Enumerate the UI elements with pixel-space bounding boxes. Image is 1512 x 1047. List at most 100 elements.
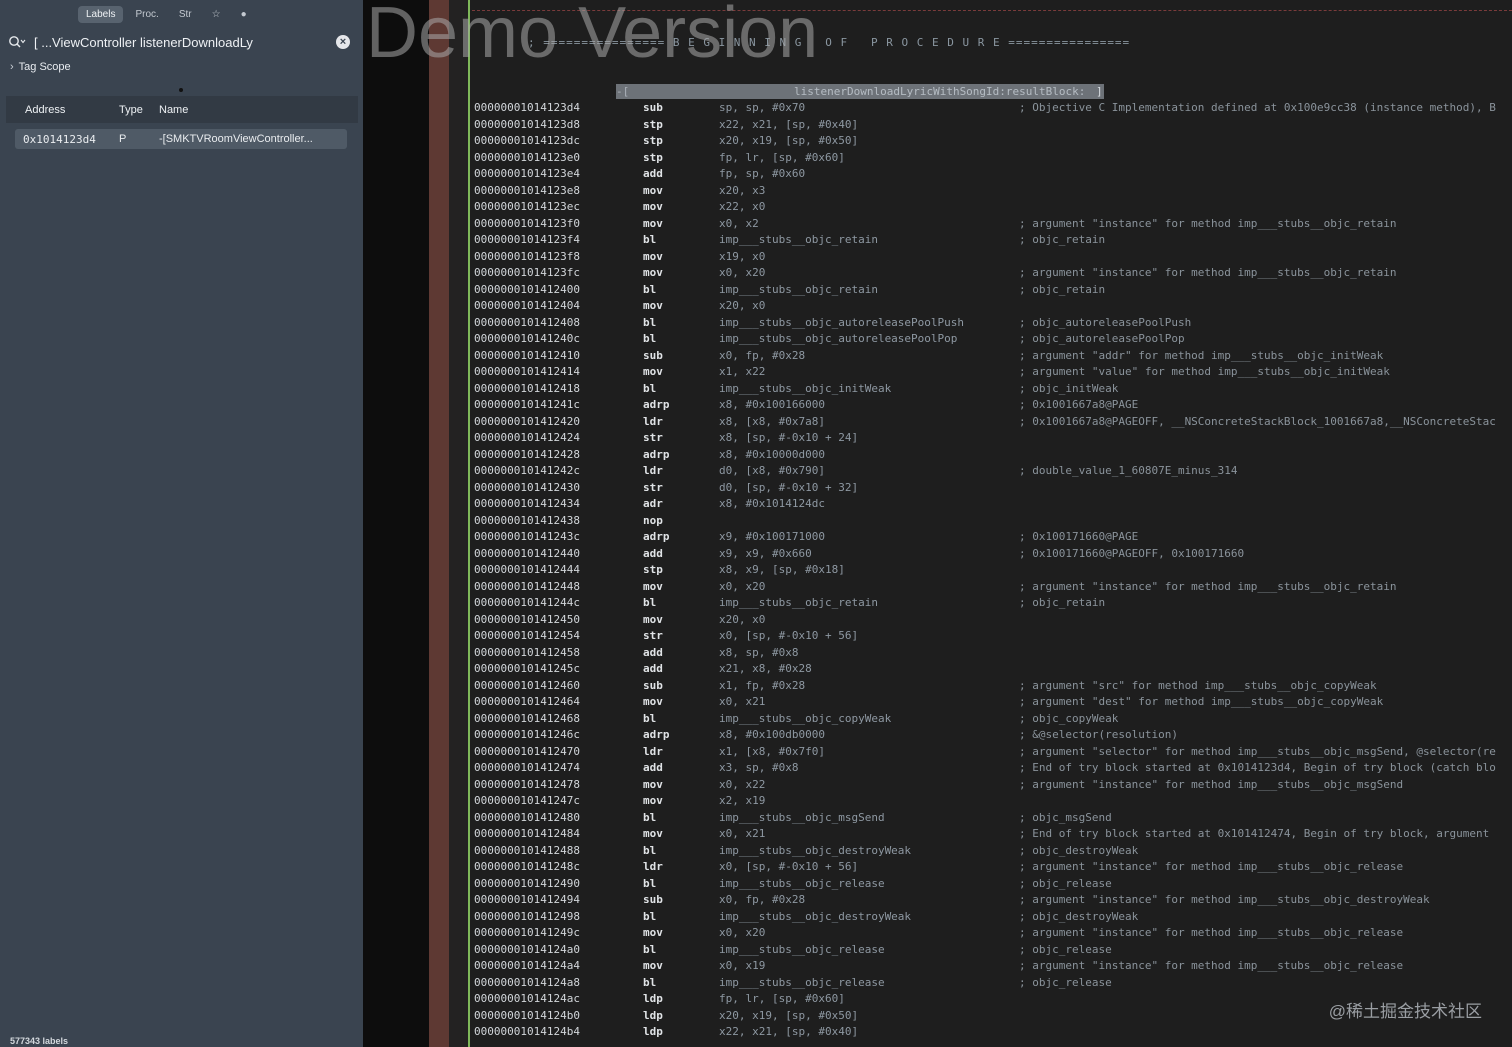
column-name[interactable]: Name (159, 104, 188, 116)
asm-mnemonic: add (643, 167, 663, 180)
procedure-suffix: ]: (1096, 85, 1104, 98)
clear-search-icon[interactable]: × (336, 35, 350, 49)
asm-mnemonic: mov (643, 777, 663, 791)
asm-address: 0000000101412460 (474, 678, 580, 692)
asm-mnemonic: ldr (643, 414, 663, 428)
chevron-right-icon: › (10, 61, 14, 73)
asm-comment: ; objc_msgSend (1019, 810, 1112, 824)
asm-mnemonic: add (643, 761, 663, 774)
asm-operands: x0, [sp, #-0x10 + 56] (719, 629, 859, 642)
tab-bookmarks[interactable]: ☆ (204, 6, 229, 23)
asm-address: 0000000101412470 (474, 744, 580, 758)
asm-mnemonic: ldp (643, 1008, 663, 1022)
resize-handle[interactable] (179, 88, 183, 92)
asm-address: 00000001014124a0 (474, 942, 580, 956)
tab-procedures[interactable]: Proc. (127, 6, 166, 23)
asm-address: 00000001014124ac (474, 992, 580, 1005)
asm-operands: imp___stubs__objc_destroyWeak (719, 909, 912, 923)
asm-address: 00000001014123e8 (474, 183, 580, 197)
asm-comment: ; argument "instance" for method imp___s… (1019, 893, 1430, 906)
asm-address: 00000001014123e4 (474, 167, 580, 180)
asm-comment: ; 0x1001667a8@PAGEOFF, __NSConcreteStack… (1019, 414, 1496, 428)
asm-address: 000000010141249c (474, 926, 580, 939)
asm-mnemonic: mov (643, 579, 663, 593)
asm-mnemonic: nop (643, 513, 663, 527)
asm-mnemonic: bl (643, 282, 657, 296)
asm-mnemonic: mov (643, 216, 663, 230)
asm-operands: x0, x20 (719, 266, 766, 279)
asm-address: 00000001014123dc (474, 134, 580, 147)
asm-mnemonic: bl (643, 975, 657, 989)
tag-scope-disclosure[interactable]: › Tag Scope (10, 61, 71, 73)
tab-labels[interactable]: Labels (78, 6, 124, 23)
asm-address: 0000000101412424 (474, 431, 580, 444)
row-name: -[SMKTVRoomViewController... (159, 133, 313, 145)
asm-comment: ; objc_autoreleasePoolPush (1019, 315, 1192, 329)
asm-address: 0000000101412498 (474, 909, 580, 923)
tab-tags[interactable]: ● (233, 6, 255, 23)
asm-comment: ; 0x100171660@PAGE (1019, 530, 1139, 543)
asm-operands: fp, lr, [sp, #0x60] (719, 150, 845, 164)
asm-comment: ; objc_release (1019, 876, 1112, 890)
asm-address: 0000000101412464 (474, 695, 580, 708)
asm-operands: x21, x8, #0x28 (719, 662, 812, 675)
asm-operands: x20, x0 (719, 612, 766, 626)
asm-address: 0000000101412468 (474, 711, 580, 725)
gutter-bar (449, 0, 468, 1047)
asm-mnemonic: sub (643, 348, 663, 362)
asm-mnemonic: ldp (643, 992, 663, 1005)
asm-comment: ; argument "instance" for method imp___s… (1019, 777, 1404, 791)
asm-address: 00000001014123f0 (474, 216, 580, 230)
asm-operands: x8, #0x100db0000 (719, 728, 825, 741)
asm-comment: ; argument "instance" for method imp___s… (1019, 266, 1397, 279)
asm-mnemonic: ldr (643, 464, 663, 477)
asm-address: 000000010141246c (474, 728, 580, 741)
asm-address: 0000000101412414 (474, 365, 580, 378)
asm-operands: x8, #0x1014124dc (719, 497, 825, 510)
asm-comment: ; argument "instance" for method imp___s… (1019, 216, 1397, 230)
gutter-bar-red (429, 0, 449, 1047)
asm-mnemonic: bl (643, 381, 657, 395)
asm-address: 0000000101412420 (474, 414, 580, 428)
asm-mnemonic: bl (643, 810, 657, 824)
asm-mnemonic: ldr (643, 860, 663, 873)
asm-operands: x1, x22 (719, 365, 766, 378)
sidebar-tabs: Labels Proc. Str ☆ ● (78, 6, 255, 23)
labels-sidebar: Labels Proc. Str ☆ ● [ ...ViewController… (0, 0, 363, 1047)
asm-mnemonic: stp (643, 150, 663, 164)
asm-operands: x20, x3 (719, 183, 766, 197)
asm-mnemonic: adrp (643, 530, 670, 543)
asm-mnemonic: ldp (643, 1025, 663, 1038)
disassembly-view[interactable]: ; ================ B E G I N N I N G O F… (470, 0, 1512, 1047)
asm-mnemonic: mov (643, 827, 663, 840)
search-input[interactable]: [ ...ViewController listenerDownloadLy (28, 35, 336, 50)
asm-operands: imp___stubs__objc_destroyWeak (719, 843, 912, 857)
search-field[interactable]: [ ...ViewController listenerDownloadLy × (6, 31, 356, 53)
asm-mnemonic: stp (643, 117, 663, 131)
search-icon[interactable] (6, 31, 28, 53)
asm-comment: ; argument "instance" for method imp___s… (1019, 579, 1397, 593)
asm-address: 0000000101412410 (474, 348, 580, 362)
asm-comment: ; objc_initWeak (1019, 381, 1119, 395)
column-address[interactable]: Address (25, 104, 65, 116)
asm-mnemonic: mov (643, 266, 663, 279)
brand-watermark: @稀土掘金技术社区 (1328, 1002, 1482, 1021)
asm-operands: imp___stubs__objc_msgSend (719, 810, 885, 824)
asm-operands: x0, x19 (719, 959, 766, 972)
asm-operands: x0, fp, #0x28 (719, 348, 806, 362)
asm-operands: x22, x0 (719, 200, 766, 213)
asm-operands: imp___stubs__objc_retain (719, 596, 878, 609)
asm-comment: ; argument "instance" for method imp___s… (1019, 926, 1404, 939)
table-row[interactable]: 0x1014123d4 P -[SMKTVRoomViewController.… (15, 129, 347, 149)
asm-comment: ; End of try block started at 0x10141247… (1019, 827, 1490, 840)
asm-comment: ; Objective C Implementation defined at … (1019, 101, 1496, 114)
asm-mnemonic: mov (643, 183, 663, 197)
column-type[interactable]: Type (119, 104, 143, 116)
asm-address: 000000010141241c (474, 398, 580, 411)
procedure-label[interactable]: -[ listenerDownloadLyricWithSongId:resul… (616, 84, 1104, 99)
asm-address: 0000000101412454 (474, 629, 580, 642)
asm-mnemonic: mov (643, 959, 663, 972)
asm-mnemonic: adrp (643, 728, 670, 741)
tab-strings[interactable]: Str (171, 6, 200, 23)
asm-comment: ; &@selector(resolution) (1019, 728, 1178, 741)
